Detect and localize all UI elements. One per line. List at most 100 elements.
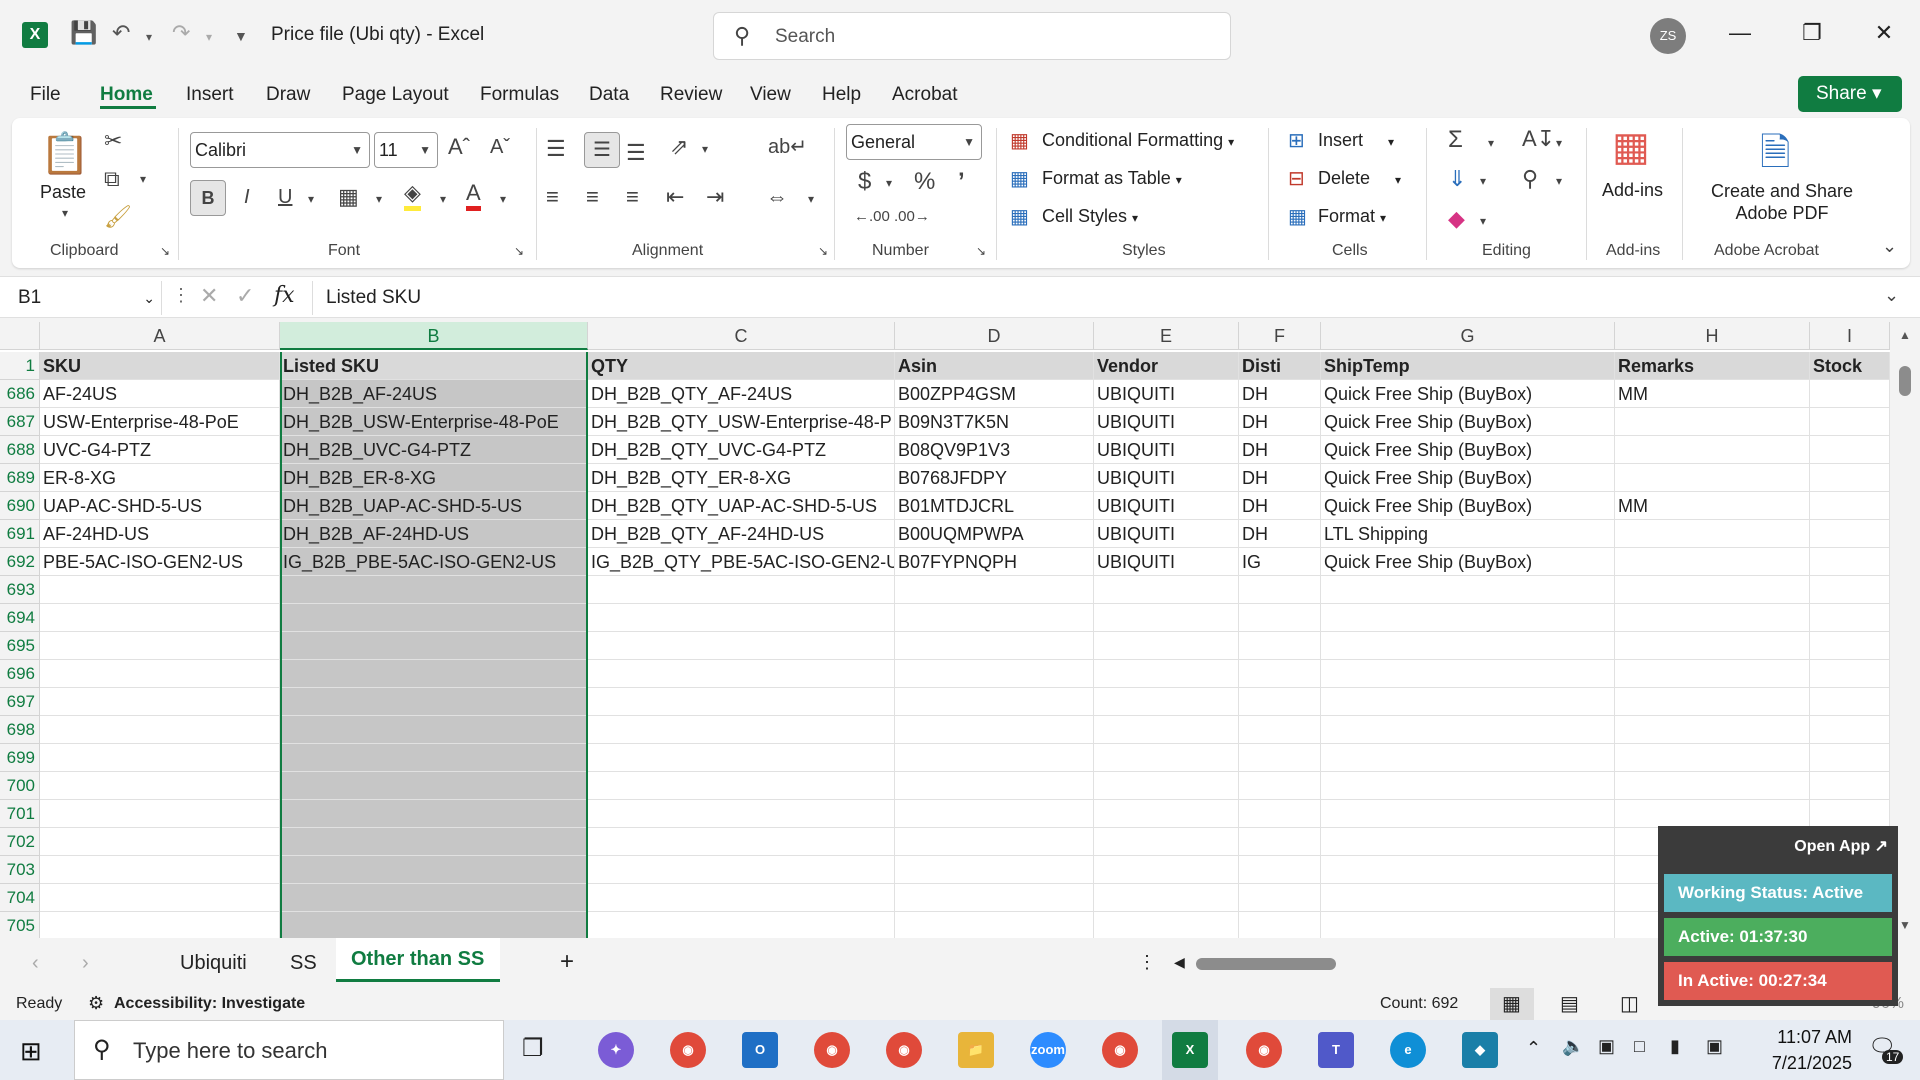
tab-page-layout[interactable]: Page Layout — [342, 84, 449, 106]
table-cell[interactable]: UBIQUITI — [1094, 436, 1239, 464]
table-cell[interactable] — [1810, 520, 1890, 548]
column-header-d[interactable]: D — [895, 322, 1094, 350]
table-cell[interactable] — [895, 660, 1094, 688]
table-cell[interactable]: DH_B2B_USW-Enterprise-48-PoE — [280, 408, 588, 436]
format-cells-button[interactable]: Format ▾ — [1318, 206, 1386, 227]
table-cell[interactable] — [280, 576, 588, 604]
chrome-profile-icon[interactable]: ◉ — [814, 1032, 850, 1068]
row-header[interactable]: 692 — [0, 548, 40, 576]
table-cell[interactable]: B08QV9P1V3 — [895, 436, 1094, 464]
table-cell[interactable] — [1810, 492, 1890, 520]
sheet-tab-ubiquiti[interactable]: Ubiquiti — [180, 952, 247, 975]
table-cell[interactable]: DH_B2B_AF-24US — [280, 380, 588, 408]
table-cell[interactable] — [280, 632, 588, 660]
close-icon[interactable]: ✕ — [1864, 20, 1904, 46]
decrease-indent-icon[interactable]: ⇤ — [666, 184, 684, 210]
table-cell[interactable] — [40, 660, 280, 688]
outlook-icon[interactable]: O — [742, 1032, 778, 1068]
align-bottom-icon[interactable]: ☰ — [626, 140, 646, 166]
table-cell[interactable] — [1615, 604, 1810, 632]
orientation-dropdown-icon[interactable]: ▾ — [702, 142, 708, 156]
table-cell[interactable]: Quick Free Ship (BuyBox) — [1321, 436, 1615, 464]
table-cell[interactable] — [1810, 688, 1890, 716]
clear-dropdown-icon[interactable]: ▾ — [1480, 214, 1486, 228]
tab-draw[interactable]: Draw — [266, 84, 310, 106]
table-cell[interactable] — [280, 604, 588, 632]
tab-insert[interactable]: Insert — [186, 84, 234, 106]
column-header-c[interactable]: C — [588, 322, 895, 350]
table-cell[interactable]: DH_B2B_QTY_AF-24US — [588, 380, 895, 408]
share-button[interactable]: Share ▾ — [1798, 76, 1902, 112]
tab-formulas[interactable]: Formulas — [480, 84, 559, 106]
table-cell[interactable] — [1239, 660, 1321, 688]
column-header-b[interactable]: B — [280, 322, 588, 350]
table-cell[interactable] — [1094, 744, 1239, 772]
align-top-icon[interactable]: ☰ — [546, 136, 566, 162]
format-cells-icon[interactable]: ▦ — [1288, 204, 1307, 229]
table-cell[interactable]: Quick Free Ship (BuyBox) — [1321, 408, 1615, 436]
sort-filter-icon[interactable]: A↧ — [1522, 126, 1555, 152]
decrease-decimal-icon[interactable]: .00→ — [894, 208, 930, 225]
table-cell[interactable] — [1321, 604, 1615, 632]
align-middle-icon[interactable]: ☰ — [584, 132, 620, 168]
table-cell[interactable]: DH_B2B_UVC-G4-PTZ — [280, 436, 588, 464]
align-left-icon[interactable]: ≡ — [546, 184, 559, 210]
font-launcher-icon[interactable]: ↘ — [514, 244, 524, 258]
insert-cells-icon[interactable]: ⊞ — [1288, 128, 1305, 153]
format-painter-icon[interactable]: 🖌 — [104, 204, 132, 230]
autosum-icon[interactable]: Σ — [1448, 126, 1463, 154]
header-cell[interactable]: Vendor — [1094, 352, 1239, 380]
next-sheet-icon[interactable]: › — [82, 952, 89, 975]
table-cell[interactable] — [588, 660, 895, 688]
font-color-icon[interactable]: A — [466, 180, 481, 211]
table-cell[interactable]: AF-24US — [40, 380, 280, 408]
table-cell[interactable] — [40, 716, 280, 744]
collapse-ribbon-icon[interactable]: ⌄ — [1882, 236, 1897, 257]
table-cell[interactable] — [280, 856, 588, 884]
zoom-icon[interactable]: zoom — [1030, 1032, 1066, 1068]
header-cell[interactable]: Listed SKU — [280, 352, 588, 380]
undo-icon[interactable]: ↶ — [112, 20, 130, 46]
table-cell[interactable] — [588, 744, 895, 772]
table-cell[interactable] — [40, 576, 280, 604]
paste-dropdown-icon[interactable]: ▾ — [62, 206, 68, 220]
table-cell[interactable]: UBIQUITI — [1094, 520, 1239, 548]
row-header[interactable]: 693 — [0, 576, 40, 604]
table-cell[interactable] — [588, 856, 895, 884]
cell-styles-button[interactable]: Cell Styles ▾ — [1042, 206, 1138, 227]
alignment-launcher-icon[interactable]: ↘ — [818, 244, 828, 258]
page-break-view-icon[interactable]: ◫ — [1620, 991, 1639, 1016]
wrap-text-icon[interactable]: ab↵ — [768, 134, 807, 159]
table-cell[interactable]: B00ZPP4GSM — [895, 380, 1094, 408]
table-cell[interactable] — [40, 604, 280, 632]
table-cell[interactable]: DH — [1239, 492, 1321, 520]
app-diamond-icon[interactable]: ◆ — [1462, 1032, 1498, 1068]
table-cell[interactable] — [588, 576, 895, 604]
table-cell[interactable] — [1321, 912, 1615, 938]
avatar[interactable]: ZS — [1650, 18, 1686, 54]
format-as-table-button[interactable]: Format as Table ▾ — [1042, 168, 1182, 189]
borders-dropdown-icon[interactable]: ▾ — [376, 192, 382, 206]
table-cell[interactable] — [1321, 688, 1615, 716]
sheet-tab-ss[interactable]: SS — [290, 952, 317, 975]
table-cell[interactable] — [1321, 772, 1615, 800]
table-cell[interactable]: Quick Free Ship (BuyBox) — [1321, 464, 1615, 492]
table-cell[interactable] — [1239, 632, 1321, 660]
table-cell[interactable] — [280, 800, 588, 828]
table-cell[interactable] — [588, 716, 895, 744]
header-cell[interactable]: QTY — [588, 352, 895, 380]
increase-decimal-icon[interactable]: ←.00 — [854, 208, 890, 225]
table-cell[interactable]: DH — [1239, 380, 1321, 408]
table-cell[interactable] — [1810, 800, 1890, 828]
column-header-g[interactable]: G — [1321, 322, 1615, 350]
customize-toolbar-icon[interactable]: ▼ — [234, 28, 248, 44]
chrome-2-icon[interactable]: ◉ — [1102, 1032, 1138, 1068]
scroll-down-icon[interactable]: ▼ — [1899, 918, 1911, 932]
table-cell[interactable] — [40, 856, 280, 884]
table-cell[interactable] — [40, 828, 280, 856]
table-cell[interactable] — [588, 688, 895, 716]
table-cell[interactable] — [1615, 800, 1810, 828]
table-cell[interactable]: DH_B2B_QTY_AF-24HD-US — [588, 520, 895, 548]
find-select-icon[interactable]: ⚲ — [1522, 166, 1538, 192]
chrome-profile-2-icon[interactable]: ◉ — [886, 1032, 922, 1068]
